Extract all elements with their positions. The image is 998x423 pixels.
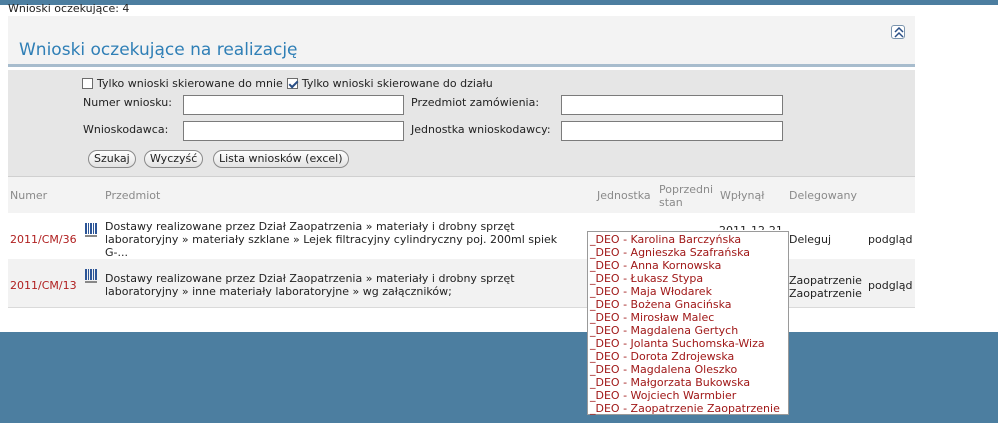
request-number-input[interactable] bbox=[183, 95, 404, 115]
delegate-option[interactable]: _DEO - Mirosław Malec bbox=[589, 311, 788, 324]
delegate-option[interactable]: _DEO - Magdalena Oleszko bbox=[589, 363, 788, 376]
delegate-option[interactable]: _DEO - Dorota Zdrojewska bbox=[589, 350, 788, 363]
delegated-to-line2: Zaopatrzenie bbox=[789, 287, 862, 300]
applicant-unit-input[interactable] bbox=[561, 121, 783, 141]
column-header-received[interactable]: Wpłynął bbox=[720, 190, 764, 202]
request-subject: Dostawy realizowane przez Dział Zaopatrz… bbox=[105, 220, 558, 259]
delegated-to-line1: Zaopatrzenie bbox=[789, 274, 862, 287]
panel-title: Wnioski oczekujące na realizację bbox=[19, 40, 298, 60]
delegate-link[interactable]: Deleguj bbox=[789, 233, 831, 246]
bottom-frame-area bbox=[0, 332, 998, 423]
request-subject: Dostawy realizowane przez Dział Zaopatrz… bbox=[105, 272, 515, 298]
delegate-option[interactable]: _DEO - Zaopatrzenie Zaopatrzenie bbox=[589, 402, 788, 415]
column-header-delegated[interactable]: Delegowany bbox=[789, 190, 857, 202]
top-frame-bar bbox=[0, 0, 998, 5]
delegate-option[interactable]: _DEO - Agnieszka Szafrańska bbox=[589, 246, 788, 259]
request-number-label: Numer wniosku: bbox=[83, 96, 172, 109]
panel-header: Wnioski oczekujące na realizację bbox=[8, 16, 915, 67]
delegate-dropdown-list[interactable]: _DEO - Karolina Barczyńska _DEO - Agniesz… bbox=[587, 231, 789, 415]
filter-form: Tylko wnioski skierowane do mnie Tylko w… bbox=[8, 70, 915, 176]
only-dept-label: Tylko wnioski skierowane do działu bbox=[301, 76, 493, 90]
delegate-option[interactable]: _DEO - Łukasz Stypa bbox=[589, 272, 788, 285]
delegate-option[interactable]: _DEO - Jolanta Suchomska-Wiza bbox=[589, 337, 788, 350]
delegate-option[interactable]: _DEO - Anna Kornowska bbox=[589, 259, 788, 272]
applicant-input[interactable] bbox=[183, 121, 404, 141]
table-header: Numer Przedmiot Jednostka Poprzedni stan… bbox=[8, 176, 915, 213]
only-mine-label: Tylko wnioski skierowane do mnie bbox=[97, 76, 283, 90]
double-chevron-up-icon[interactable] bbox=[891, 25, 905, 39]
only-dept-checkbox[interactable] bbox=[286, 77, 298, 89]
applicant-label: Wnioskodawca: bbox=[83, 123, 169, 136]
column-header-prev-state-line1[interactable]: Poprzedni bbox=[659, 184, 713, 196]
column-header-subject[interactable]: Przedmiot bbox=[105, 190, 160, 202]
delegate-option[interactable]: _DEO - Wojciech Warmbier bbox=[589, 389, 788, 402]
request-number-link[interactable]: 2011/CM/36 bbox=[10, 233, 77, 246]
barcode-icon bbox=[85, 269, 99, 283]
request-number-link[interactable]: 2011/CM/13 bbox=[10, 279, 77, 292]
pending-count-label: Wnioski oczekujące: 4 bbox=[8, 2, 130, 15]
checkbox-row: Tylko wnioski skierowane do mnie Tylko w… bbox=[82, 75, 497, 91]
delegate-option[interactable]: _DEO - Maja Włodarek bbox=[589, 285, 788, 298]
column-header-number[interactable]: Numer bbox=[10, 190, 47, 202]
delegate-option[interactable]: _DEO - Małgorzata Bukowska bbox=[589, 376, 788, 389]
order-subject-input[interactable] bbox=[561, 95, 783, 115]
order-subject-label: Przedmiot zamówienia: bbox=[411, 96, 540, 109]
column-header-prev-state-line2[interactable]: stan bbox=[659, 197, 683, 209]
received-date: 2011-12-21 bbox=[719, 224, 783, 230]
delegate-option[interactable]: _DEO - Bożena Gnacińska bbox=[589, 298, 788, 311]
export-excel-button[interactable]: Lista wniosków (excel) bbox=[213, 150, 349, 168]
preview-link[interactable]: podgląd bbox=[868, 233, 912, 246]
barcode-icon bbox=[85, 223, 99, 237]
only-mine-checkbox[interactable] bbox=[82, 77, 93, 89]
column-header-unit[interactable]: Jednostka bbox=[597, 190, 651, 202]
delegate-option[interactable]: _DEO - Karolina Barczyńska bbox=[589, 233, 788, 246]
delegate-option[interactable]: _DEO - Magdalena Gertych bbox=[589, 324, 788, 337]
search-button[interactable]: Szukaj bbox=[88, 150, 136, 168]
applicant-unit-label: Jednostka wnioskodawcy: bbox=[411, 123, 551, 136]
clear-button[interactable]: Wyczyść bbox=[144, 150, 204, 168]
preview-link[interactable]: podgląd bbox=[868, 279, 912, 292]
